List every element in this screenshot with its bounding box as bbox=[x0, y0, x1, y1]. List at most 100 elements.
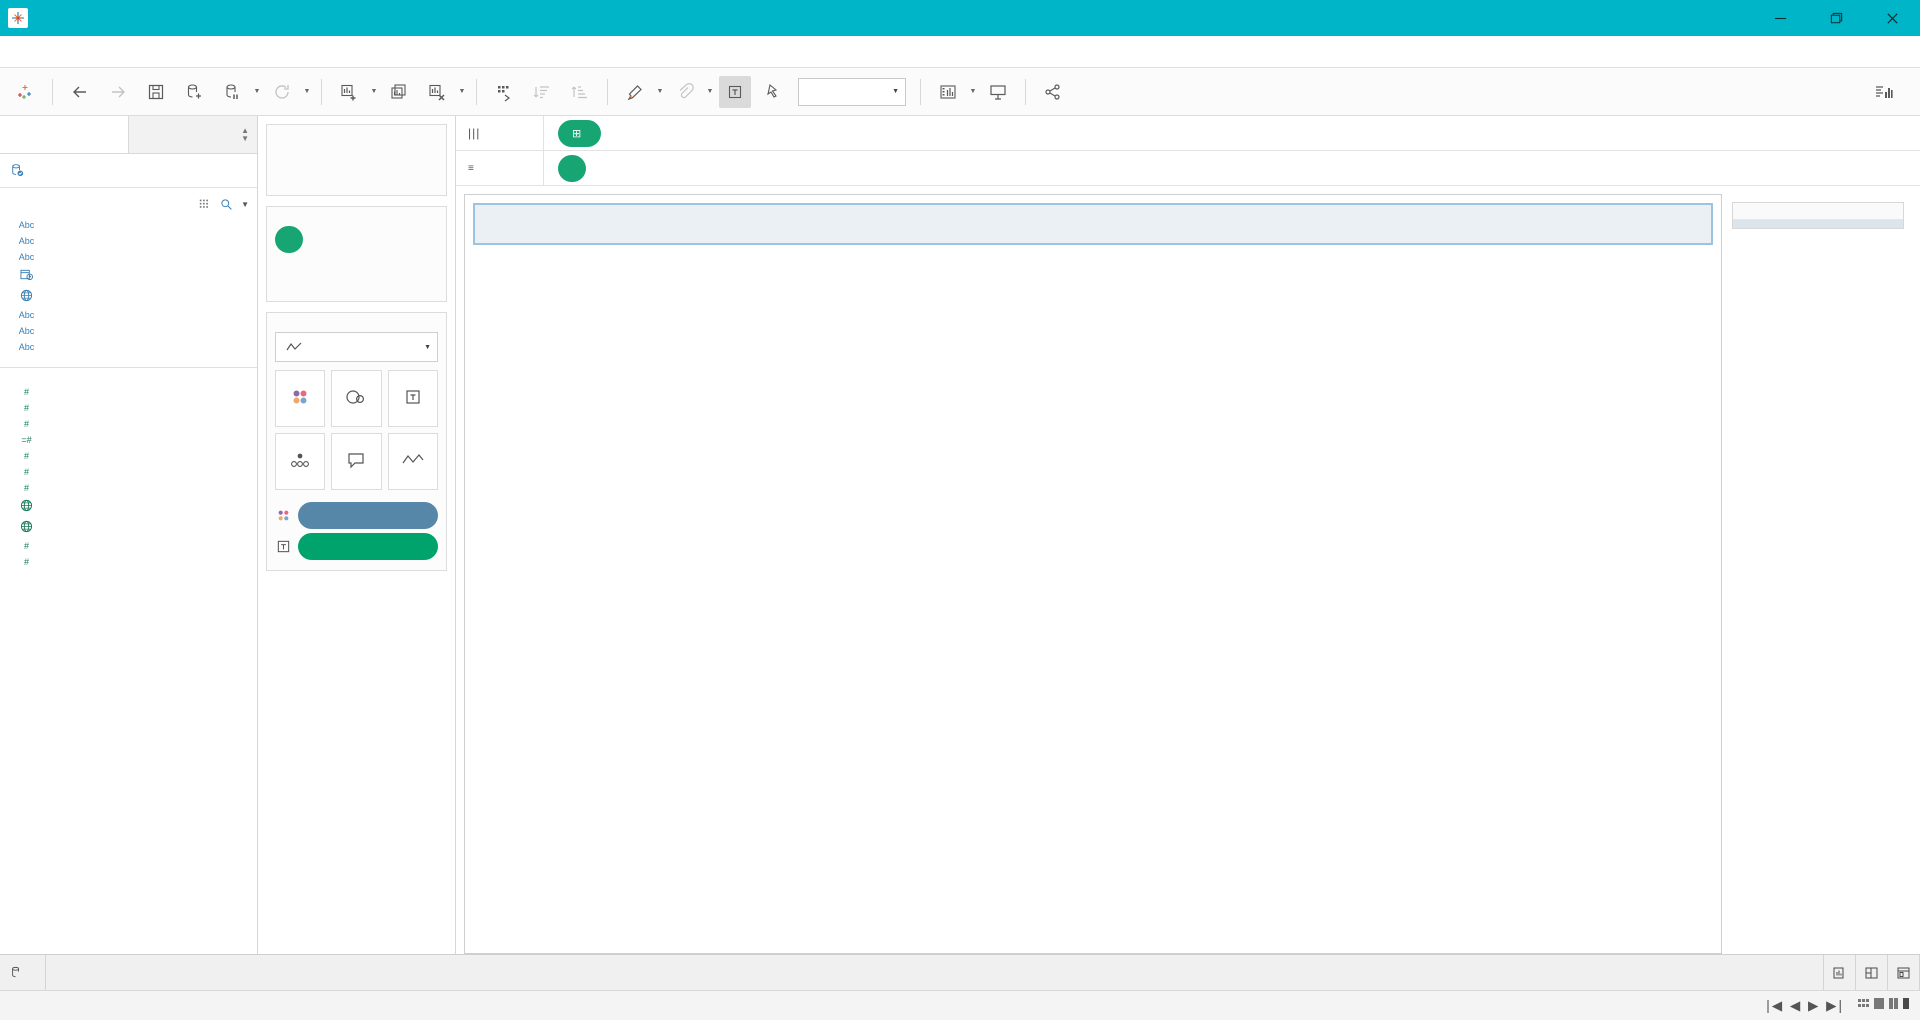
rows-shelf[interactable]: ≡ bbox=[456, 151, 1920, 186]
forward-icon[interactable] bbox=[102, 76, 134, 108]
dimension-item-date[interactable] bbox=[0, 265, 257, 286]
new-worksheet-icon[interactable] bbox=[333, 76, 365, 108]
show-hide-cards-icon[interactable] bbox=[932, 76, 964, 108]
marks-path-button[interactable] bbox=[387, 433, 438, 490]
dimension-item-province[interactable] bbox=[0, 286, 257, 307]
menu-worksheet[interactable] bbox=[48, 47, 68, 57]
restore-button[interactable] bbox=[1808, 0, 1864, 36]
pages-card[interactable] bbox=[266, 124, 447, 196]
menu-map[interactable] bbox=[128, 47, 148, 57]
marks-type-selector[interactable]: ▼ bbox=[275, 332, 438, 362]
dimension-item-country[interactable]: Abc bbox=[0, 217, 257, 233]
rows-shelf-drop[interactable] bbox=[544, 151, 1920, 185]
measure-item-visits[interactable]: # bbox=[0, 464, 257, 480]
status-layout-icons[interactable] bbox=[1858, 997, 1910, 1014]
marks-label-button[interactable] bbox=[387, 370, 438, 427]
marks-size-button[interactable] bbox=[331, 370, 382, 427]
show-me-button[interactable] bbox=[1867, 80, 1914, 104]
measure-item-pageviews[interactable]: # bbox=[0, 416, 257, 432]
menu-dashboard[interactable] bbox=[68, 47, 88, 57]
swap-rows-columns-icon[interactable] bbox=[488, 76, 520, 108]
grid-view-icon[interactable] bbox=[199, 198, 212, 211]
show-mark-labels-icon[interactable] bbox=[719, 75, 751, 108]
menu-help[interactable] bbox=[208, 47, 228, 57]
dimension-item-region[interactable]: Abc bbox=[0, 233, 257, 249]
save-icon[interactable] bbox=[140, 76, 172, 108]
marks-color-button[interactable] bbox=[275, 370, 326, 427]
dimension-item-category[interactable]: Abc bbox=[0, 307, 257, 323]
new-worksheet-dropdown-arrow-icon[interactable]: ▼ bbox=[368, 76, 380, 108]
collapse-toggle-icon[interactable]: ▲ ▼ bbox=[241, 126, 249, 143]
menu-story[interactable] bbox=[88, 47, 108, 57]
detail-dots-icon bbox=[287, 448, 313, 472]
marks-pill-category[interactable] bbox=[298, 502, 438, 529]
measure-item-latitude[interactable] bbox=[0, 496, 257, 517]
dimension-item-page[interactable]: Abc bbox=[0, 323, 257, 339]
columns-shelf-drop[interactable]: ⊞ bbox=[544, 116, 1920, 150]
measure-item-calc1[interactable]: =# bbox=[0, 432, 257, 448]
marks-detail-button[interactable] bbox=[275, 433, 326, 490]
tableau-sparkle-icon[interactable] bbox=[9, 76, 41, 108]
new-story-tab-button[interactable] bbox=[1888, 955, 1920, 990]
line-chart-svg[interactable] bbox=[465, 253, 1721, 953]
measure-item-records[interactable]: # bbox=[0, 448, 257, 464]
group-members-icon[interactable] bbox=[669, 76, 701, 108]
tab-data[interactable] bbox=[0, 116, 128, 153]
sort-descending-icon[interactable] bbox=[564, 76, 596, 108]
columns-shelf[interactable]: ||| ⊞ bbox=[456, 116, 1920, 151]
filters-card[interactable] bbox=[266, 206, 447, 302]
pause-refresh-dropdown-arrow-icon[interactable]: ▼ bbox=[251, 76, 263, 108]
group-dropdown-arrow-icon[interactable]: ▼ bbox=[704, 76, 716, 108]
measure-item-measure-values[interactable]: # bbox=[0, 554, 257, 570]
menu-server[interactable] bbox=[168, 47, 188, 57]
plot-container[interactable] bbox=[465, 253, 1721, 953]
new-data-source-icon[interactable] bbox=[178, 76, 210, 108]
refresh-dropdown-arrow-icon[interactable]: ▼ bbox=[301, 76, 313, 108]
cards-dropdown-arrow-icon[interactable]: ▼ bbox=[967, 76, 979, 108]
rows-pill-sum-visits[interactable] bbox=[558, 154, 586, 182]
columns-shelf-label: ||| bbox=[456, 116, 544, 150]
expand-plus-icon[interactable]: ⊞ bbox=[572, 127, 581, 140]
minimize-button[interactable] bbox=[1752, 0, 1808, 36]
dimensions-menu-icon[interactable]: ▼ bbox=[241, 200, 249, 209]
search-icon[interactable] bbox=[220, 198, 233, 211]
menu-window[interactable] bbox=[188, 47, 208, 57]
marks-tooltip-button[interactable] bbox=[331, 433, 382, 490]
measure-item-longitude[interactable] bbox=[0, 517, 257, 538]
menu-file[interactable] bbox=[8, 47, 28, 57]
clear-sheet-dropdown-arrow-icon[interactable]: ▼ bbox=[456, 76, 468, 108]
tab-datasource[interactable] bbox=[0, 955, 46, 990]
highlight-icon[interactable] bbox=[619, 76, 651, 108]
measure-item-number-of-records[interactable]: # bbox=[0, 538, 257, 554]
sort-ascending-icon[interactable] bbox=[526, 76, 558, 108]
close-button[interactable] bbox=[1864, 0, 1920, 36]
new-worksheet-tab-button[interactable] bbox=[1824, 955, 1856, 990]
highlight-dropdown-arrow-icon[interactable]: ▼ bbox=[654, 76, 666, 108]
datasource-row[interactable] bbox=[0, 154, 257, 188]
new-dashboard-tab-button[interactable] bbox=[1856, 955, 1888, 990]
measure-item-exits[interactable]: # bbox=[0, 480, 257, 496]
fit-selector[interactable]: ▼ bbox=[798, 77, 906, 106]
pause-refresh-icon[interactable] bbox=[216, 76, 248, 108]
refresh-icon[interactable] bbox=[266, 76, 298, 108]
toolbar-separator-3 bbox=[476, 78, 477, 105]
clear-sheet-icon[interactable] bbox=[421, 76, 453, 108]
menu-data[interactable] bbox=[28, 47, 48, 57]
dimension-item-city[interactable]: Abc bbox=[0, 249, 257, 265]
duplicate-sheet-icon[interactable] bbox=[383, 76, 415, 108]
menu-format[interactable] bbox=[148, 47, 168, 57]
columns-pill-month-date[interactable]: ⊞ bbox=[558, 119, 602, 147]
tab-analytics[interactable]: ▲ ▼ bbox=[128, 116, 257, 153]
menu-analysis[interactable] bbox=[108, 47, 128, 57]
filter-pill-month-date[interactable] bbox=[275, 226, 303, 253]
share-icon[interactable] bbox=[1037, 76, 1069, 108]
chart-title[interactable] bbox=[473, 203, 1713, 245]
back-icon[interactable] bbox=[64, 76, 96, 108]
marks-pill-sum-pageviews[interactable] bbox=[298, 533, 438, 560]
presentation-mode-icon[interactable] bbox=[982, 76, 1014, 108]
dimension-item-measure-names[interactable]: Abc bbox=[0, 339, 257, 355]
measure-item-duration[interactable]: # bbox=[0, 400, 257, 416]
navigation-arrows-icon[interactable]: |◀ ◀ ▶ ▶| bbox=[1766, 998, 1844, 1014]
measure-item-downloads[interactable]: # bbox=[0, 384, 257, 400]
fix-axes-icon[interactable] bbox=[757, 76, 789, 108]
